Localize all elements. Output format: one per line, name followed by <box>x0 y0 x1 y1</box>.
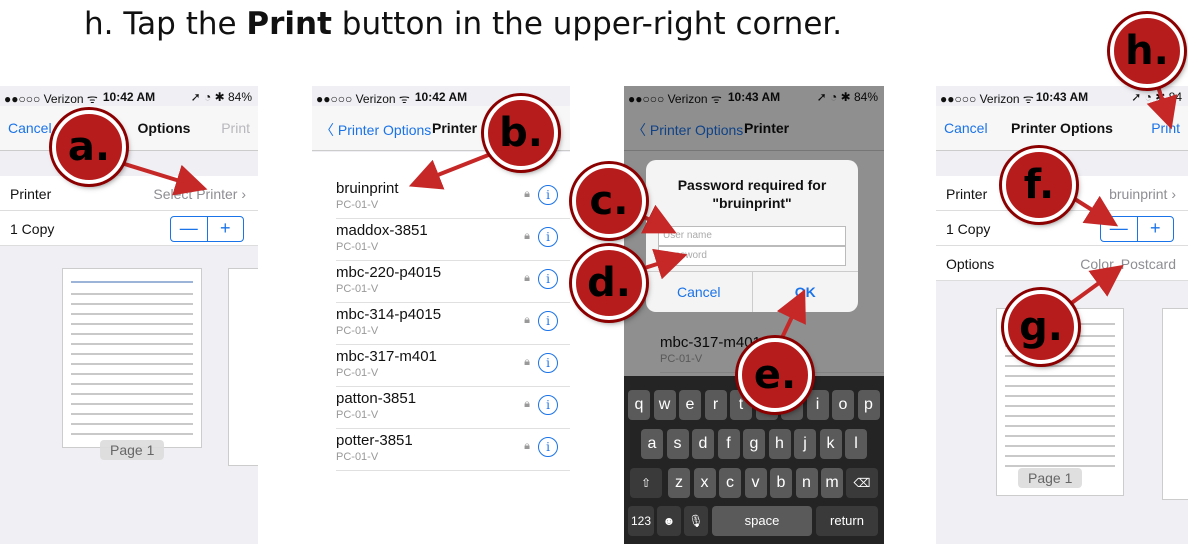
arrow-a <box>117 160 208 196</box>
callout-e: e. <box>738 338 812 412</box>
callout-a: a. <box>52 110 126 184</box>
callout-h: h. <box>1110 14 1184 88</box>
callout-d: d. <box>572 246 646 320</box>
callout-f: f. <box>1002 148 1076 222</box>
callout-b: b. <box>484 96 558 170</box>
callout-c: c. <box>572 164 646 238</box>
callout-g: g. <box>1004 290 1078 364</box>
arrow-b <box>408 150 497 190</box>
arrow-e <box>776 289 806 343</box>
arrow-f <box>1068 194 1119 227</box>
